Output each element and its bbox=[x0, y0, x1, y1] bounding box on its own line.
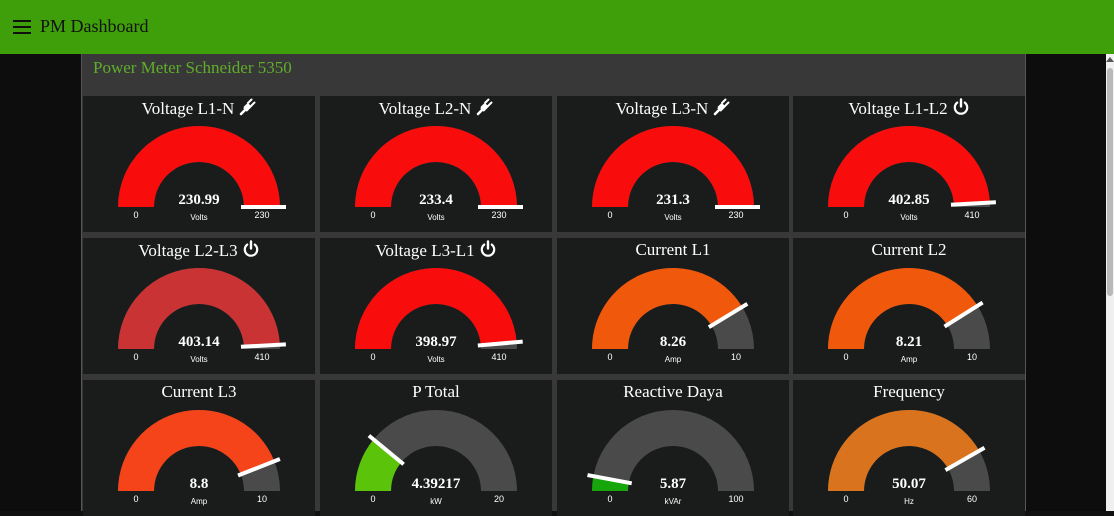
gauge-card: Frequency 50.07 Hz 0 60 bbox=[793, 380, 1025, 516]
gauge-value: 8.8 bbox=[190, 476, 209, 492]
gauge-max-label: 410 bbox=[254, 352, 269, 362]
gauge-min-label: 0 bbox=[370, 494, 375, 504]
gauge-max-label: 10 bbox=[967, 352, 977, 362]
gauge-card: Voltage L3-N 231.3 Volts 0 230 bbox=[557, 96, 789, 232]
gauge-card: Current L1 8.26 Amp 0 10 bbox=[557, 238, 789, 374]
gauge-card: Reactive Daya 5.87 kVAr 0 100 bbox=[557, 380, 789, 516]
gauge-units: Volts bbox=[900, 213, 917, 222]
gauge-value: 402.85 bbox=[888, 192, 929, 208]
gauge-min-label: 0 bbox=[370, 352, 375, 362]
gauge-value: 233.4 bbox=[419, 192, 453, 208]
gauge-max-label: 410 bbox=[491, 352, 506, 362]
hamburger-menu-icon[interactable] bbox=[13, 20, 31, 34]
gauge: 231.3 Volts 0 230 bbox=[592, 126, 760, 222]
gauge-max-label: 410 bbox=[964, 210, 979, 220]
gauge: 5.87 kVAr 0 100 bbox=[587, 410, 754, 506]
gauge: 8.8 Amp 0 10 bbox=[118, 410, 281, 506]
gauge-max-label: 10 bbox=[731, 352, 741, 362]
gauge: 233.4 Volts 0 230 bbox=[355, 126, 523, 222]
gauge: 230.99 Volts 0 230 bbox=[118, 126, 286, 222]
gauge-units: Amp bbox=[665, 355, 682, 364]
scrollbar-thumb[interactable] bbox=[1107, 68, 1113, 296]
gauge-max-label: 100 bbox=[728, 494, 743, 504]
vertical-scrollbar[interactable] bbox=[1106, 54, 1114, 511]
gauge-units: kW bbox=[430, 497, 442, 506]
page-margin-left bbox=[0, 54, 81, 511]
gauge-max-label: 230 bbox=[254, 210, 269, 220]
gauge-max-label: 60 bbox=[967, 494, 977, 504]
gauge-units: Volts bbox=[427, 355, 444, 364]
gauge-units: Hz bbox=[904, 497, 914, 506]
gauge-units: Volts bbox=[190, 213, 207, 222]
gauge-card: P Total 4.39217 kW 0 20 bbox=[320, 380, 552, 516]
gauge-max-label: 10 bbox=[257, 494, 267, 504]
dashboard-group: Power Meter Schneider 5350 Voltage L1-N 2… bbox=[81, 54, 1026, 516]
app-title: PM Dashboard bbox=[40, 16, 149, 36]
gauge: 50.07 Hz 0 60 bbox=[828, 410, 990, 506]
gauge-value: 8.26 bbox=[660, 334, 687, 350]
gauge: 402.85 Volts 0 410 bbox=[828, 126, 996, 222]
gauge: 398.97 Volts 0 410 bbox=[355, 268, 523, 364]
gauge: 4.39217 kW 0 20 bbox=[355, 410, 517, 506]
gauge-value: 50.07 bbox=[892, 476, 926, 492]
gauge-min-label: 0 bbox=[133, 352, 138, 362]
gauge-min-label: 0 bbox=[843, 352, 848, 362]
gauge-card: Voltage L2-N 233.4 Volts 0 230 bbox=[320, 96, 552, 232]
gauge-units: Volts bbox=[427, 213, 444, 222]
gauge-card: Current L2 8.21 Amp 0 10 bbox=[793, 238, 1025, 374]
gauge-value: 231.3 bbox=[656, 192, 690, 208]
gauge-value: 5.87 bbox=[660, 476, 687, 492]
gauge-min-label: 0 bbox=[133, 494, 138, 504]
gauge: 8.26 Amp 0 10 bbox=[592, 268, 754, 364]
gauge-max-label: 230 bbox=[728, 210, 743, 220]
gauge-card: Voltage L1-N 230.99 Volts 0 230 bbox=[83, 96, 315, 232]
gauge-value: 403.14 bbox=[178, 334, 220, 350]
gauge-units: kVAr bbox=[665, 497, 682, 506]
gauge-min-label: 0 bbox=[607, 494, 612, 504]
gauge: 8.21 Amp 0 10 bbox=[828, 268, 990, 364]
gauge-min-label: 0 bbox=[370, 210, 375, 220]
gauge-value: 4.39217 bbox=[412, 476, 461, 492]
gauge-units: Amp bbox=[191, 497, 208, 506]
gauge-units: Volts bbox=[190, 355, 207, 364]
gauge-card: Voltage L3-L1 398.97 Volts 0 410 bbox=[320, 238, 552, 374]
gauge-card: Voltage L2-L3 403.14 Volts 0 410 bbox=[83, 238, 315, 374]
page-margin-right bbox=[1024, 54, 1106, 511]
gauge-min-label: 0 bbox=[607, 352, 612, 362]
gauge-min-label: 0 bbox=[607, 210, 612, 220]
gauge-value: 398.97 bbox=[415, 334, 457, 350]
gauge-min-label: 0 bbox=[843, 494, 848, 504]
gauge-max-label: 230 bbox=[491, 210, 506, 220]
gauge-units: Amp bbox=[901, 355, 918, 364]
gauge-needle bbox=[240, 342, 286, 349]
scroll-up-arrow-icon[interactable] bbox=[1106, 57, 1114, 62]
gauge-needle bbox=[950, 200, 996, 207]
gauge: 403.14 Volts 0 410 bbox=[118, 268, 286, 364]
gauge-min-label: 0 bbox=[133, 210, 138, 220]
gauge-card: Current L3 8.8 Amp 0 10 bbox=[83, 380, 315, 516]
group-title: Power Meter Schneider 5350 bbox=[93, 58, 292, 77]
gauge-value: 8.21 bbox=[896, 334, 922, 350]
gauge-min-label: 0 bbox=[843, 210, 848, 220]
gauge-card: Voltage L1-L2 402.85 Volts 0 410 bbox=[793, 96, 1025, 232]
gauge-max-label: 20 bbox=[494, 494, 504, 504]
app-header: PM Dashboard bbox=[0, 0, 1114, 54]
gauge-units: Volts bbox=[664, 213, 681, 222]
gauge-value: 230.99 bbox=[178, 192, 219, 208]
